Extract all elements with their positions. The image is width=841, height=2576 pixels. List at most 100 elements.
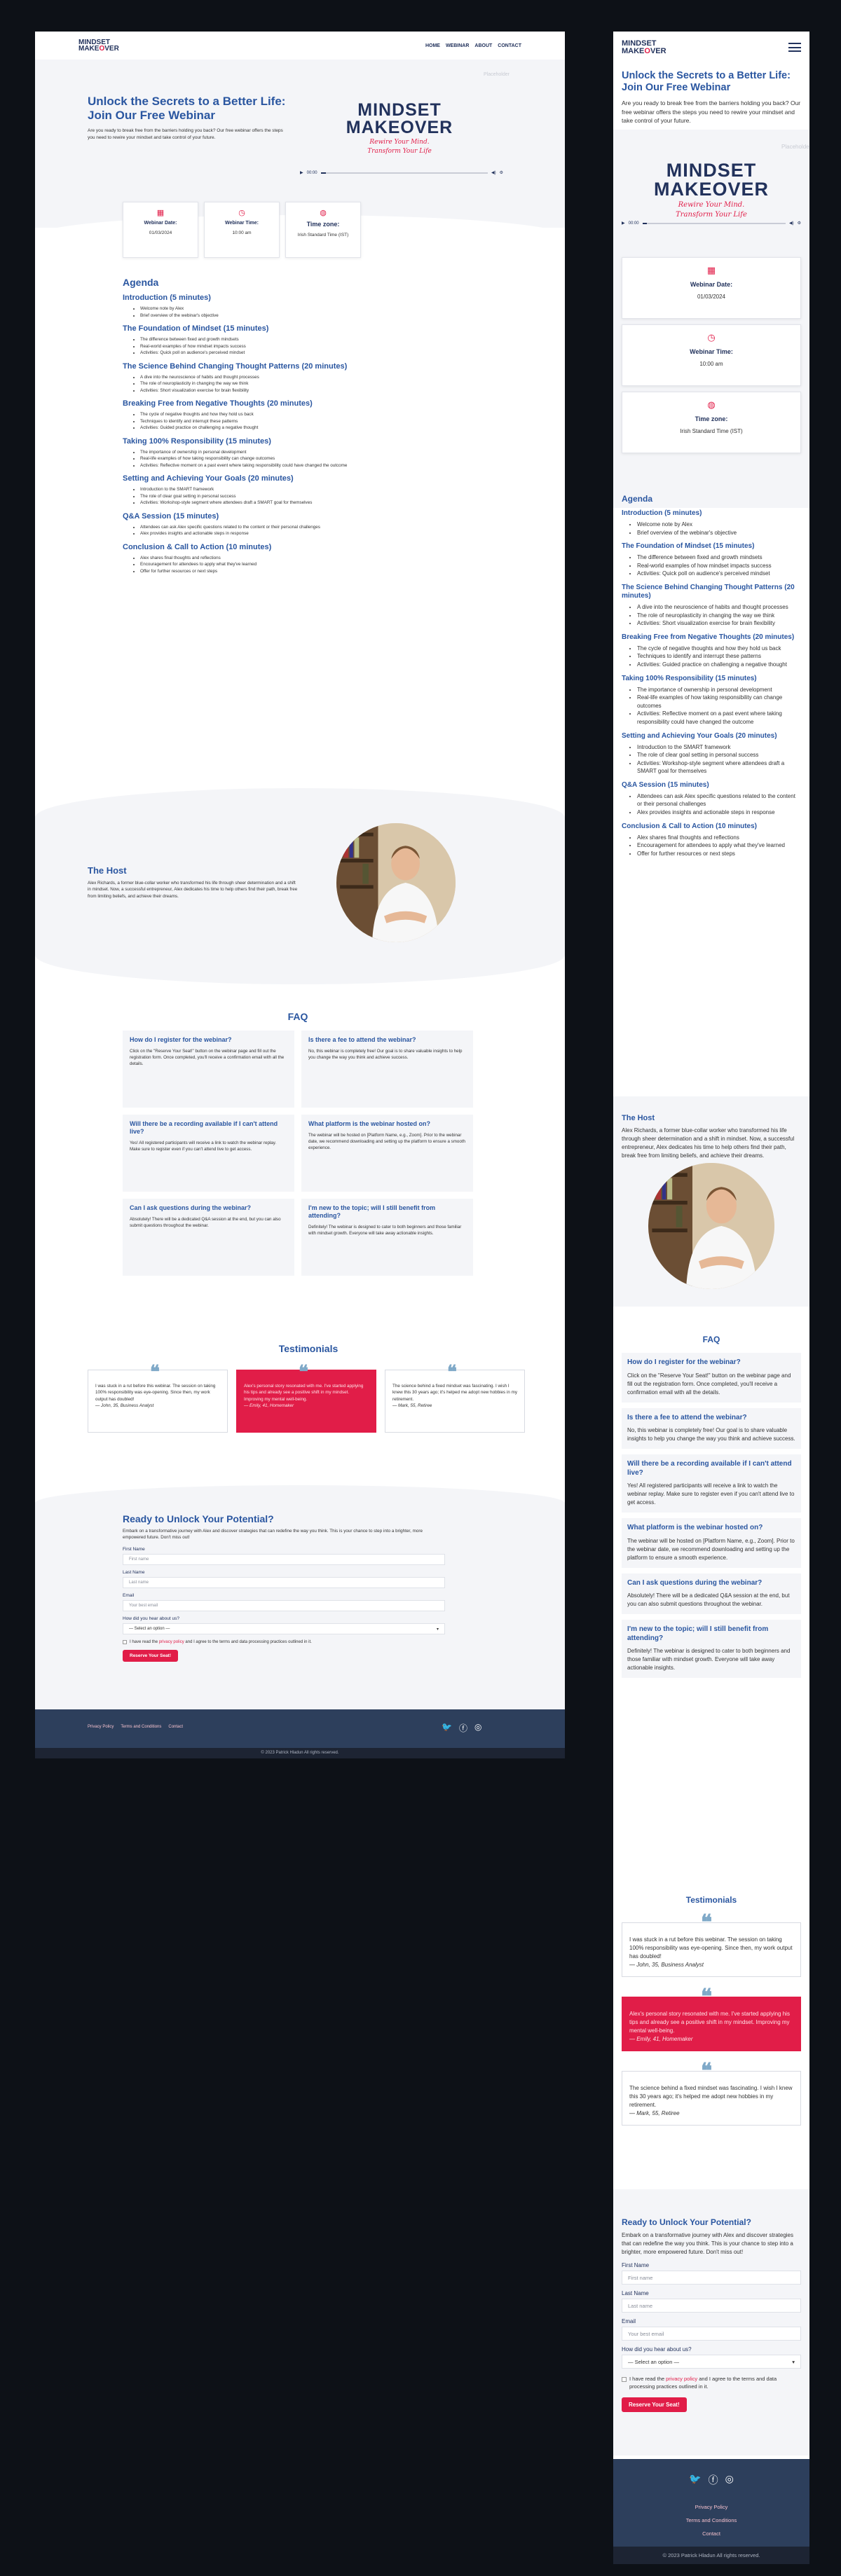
faq-answer: Click on the "Reserve Your Seat!" button… <box>130 1048 285 1067</box>
footer-terms-link[interactable]: Terms and Conditions <box>613 2514 809 2528</box>
faq-answer: Definitely! The webinar is designed to c… <box>308 1224 462 1236</box>
agenda-item: The role of clear goal setting in person… <box>140 493 417 500</box>
hamburger-menu-icon[interactable] <box>788 43 801 52</box>
footer-links: Privacy Policy Terms and Conditions Cont… <box>613 2501 809 2540</box>
referral-select[interactable]: — Select an option — ▾ <box>123 1623 445 1634</box>
webinar-details: ▦ Webinar Date: 01/03/2024 ◷ Webinar Tim… <box>123 202 361 258</box>
agenda-items: The cycle of negative thoughts and how t… <box>123 411 417 431</box>
testimonial-card: ❝ The science behind a fixed mindset was … <box>385 1362 525 1433</box>
privacy-policy-link[interactable]: privacy policy <box>666 2376 697 2382</box>
faq-question: I'm new to the topic; will I still benef… <box>308 1204 436 1219</box>
nav-webinar[interactable]: WEBINAR <box>446 43 469 48</box>
facebook-icon[interactable]: ⓕ <box>459 1722 467 1734</box>
cta-description: Embark on a transformative journey with … <box>123 1529 423 1541</box>
hero-text: Unlock the Secrets to a Better Life: Joi… <box>88 95 291 141</box>
agenda-section-heading: Conclusion & Call to Action (10 minutes) <box>622 822 757 830</box>
nav-home[interactable]: HOME <box>425 43 440 48</box>
privacy-policy-link[interactable]: privacy policy <box>159 1640 184 1644</box>
facebook-icon[interactable]: ⓕ <box>709 2473 718 2487</box>
play-icon[interactable]: ▶ <box>622 221 625 226</box>
chevron-down-icon: ▾ <box>792 2359 795 2365</box>
testimonial-text: The science behind a fixed mindset was f… <box>629 2085 793 2108</box>
registration-section: Ready to Unlock Your Potential? Embark o… <box>622 2217 801 2412</box>
progress-bar[interactable] <box>642 222 786 224</box>
hero-description: Are you ready to break free from the bar… <box>88 128 283 140</box>
last-name-input[interactable]: Last name <box>622 2299 801 2313</box>
agenda-item: Activities: Reflective moment on a past … <box>140 462 417 469</box>
referral-select[interactable]: — Select an option — ▾ <box>622 2355 801 2369</box>
volume-icon[interactable]: ◀) <box>491 170 496 175</box>
faq-section: FAQ How do I register for the webinar? Cl… <box>622 1335 801 1683</box>
agenda-section-heading: Breaking Free from Negative Thoughts (20… <box>123 399 313 408</box>
testimonial-author: — Emily, 41, Homemaker <box>244 1403 294 1409</box>
instagram-icon[interactable]: ◎ <box>474 1722 481 1734</box>
reserve-seat-button[interactable]: Reserve Your Seat! <box>123 1649 179 1662</box>
agenda-section-heading: Taking 100% Responsibility (15 minutes) <box>123 436 271 446</box>
privacy-consent: I have read the privacy policy and I agr… <box>622 2376 801 2390</box>
twitter-icon[interactable]: 🐦 <box>442 1722 452 1734</box>
first-name-input[interactable]: First name <box>622 2271 801 2285</box>
faq-answer: The webinar will be hosted on [Platform … <box>627 1537 795 1561</box>
agenda-section-heading: Q&A Session (15 minutes) <box>123 511 219 521</box>
agenda-section-heading: The Science Behind Changing Thought Patt… <box>622 583 795 600</box>
agenda-section-heading: Conclusion & Call to Action (10 minutes) <box>123 542 272 551</box>
testimonial-author: — Mark, 55, Retiree <box>629 2110 680 2116</box>
agenda-item: The cycle of negative thoughts and how t… <box>140 411 417 418</box>
footer-contact-link[interactable]: Contact <box>168 1725 183 1729</box>
footer-terms-link[interactable]: Terms and Conditions <box>121 1725 161 1729</box>
play-icon[interactable]: ▶ <box>300 170 303 175</box>
testimonial-card: ❝ The science behind a fixed mindset was … <box>622 2059 801 2126</box>
main-nav: HOME WEBINAR ABOUT CONTACT <box>425 43 521 48</box>
faq-question: Can I ask questions during the webinar? <box>130 1204 252 1211</box>
agenda-items: Welcome note by AlexBrief overview of th… <box>123 305 417 319</box>
social-links: 🐦 ⓕ ◎ <box>613 2473 809 2487</box>
footer-privacy-link[interactable]: Privacy Policy <box>613 2501 809 2514</box>
agenda-item: The role of clear goal setting in person… <box>637 751 801 759</box>
nav-contact[interactable]: CONTACT <box>498 43 521 48</box>
hero-description: Are you ready to break free from the bar… <box>622 99 801 124</box>
testimonial-author: — Mark, 55, Retiree <box>392 1403 432 1409</box>
agenda-items: A dive into the neuroscience of habits a… <box>123 374 417 394</box>
footer-privacy-link[interactable]: Privacy Policy <box>88 1725 114 1729</box>
last-name-input[interactable]: Last name <box>123 1576 445 1588</box>
site-logo[interactable]: MINDSET MAKEOVER <box>78 39 119 52</box>
progress-bar[interactable] <box>320 172 488 174</box>
faq-item: How do I register for the webinar? Click … <box>622 1353 801 1403</box>
calendar-icon: ▦ <box>706 265 716 275</box>
reserve-seat-button[interactable]: Reserve Your Seat! <box>622 2397 687 2412</box>
last-name-label: Last Name <box>622 2290 649 2296</box>
settings-icon[interactable]: ⚙ <box>798 221 801 226</box>
agenda-item: The importance of ownership in personal … <box>637 686 801 694</box>
email-input[interactable]: Your best email <box>622 2327 801 2341</box>
testimonials-section: Testimonials ❝ I was stuck in a rut befor… <box>88 1343 529 1433</box>
faq-question: Is there a fee to attend the webinar? <box>308 1036 416 1043</box>
instagram-icon[interactable]: ◎ <box>725 2473 734 2487</box>
privacy-consent: I have read the privacy policy and I agr… <box>123 1639 445 1644</box>
email-input[interactable]: Your best email <box>123 1599 445 1611</box>
agenda-section: Agenda Introduction (5 minutes) Welcome n… <box>123 277 417 574</box>
nav-about[interactable]: ABOUT <box>474 43 492 48</box>
testimonial-text: I was stuck in a rut before this webinar… <box>95 1384 216 1402</box>
agenda-items: Alex shares final thoughts and reflectio… <box>622 834 801 858</box>
audio-player: ▶ 00:00 ◀) ⚙ <box>622 221 801 226</box>
consent-checkbox[interactable] <box>622 2377 627 2382</box>
consent-checkbox[interactable] <box>123 1639 127 1644</box>
agenda-item: Welcome note by Alex <box>637 521 801 529</box>
testimonial-card: ❝ I was stuck in a rut before this webina… <box>88 1362 228 1433</box>
volume-icon[interactable]: ◀) <box>789 221 794 226</box>
quote-icon: ❝ <box>701 1910 713 1935</box>
site-logo[interactable]: MINDSET MAKEOVER <box>622 39 666 55</box>
detail-card-time: ◷ Webinar Time: 10:00 am <box>204 202 280 258</box>
agenda-section-heading: Setting and Achieving Your Goals (20 min… <box>123 474 294 483</box>
twitter-icon[interactable]: 🐦 <box>689 2473 701 2487</box>
agenda-item: The importance of ownership in personal … <box>140 449 417 455</box>
agenda-item: The cycle of negative thoughts and how t… <box>637 645 801 653</box>
faq-answer: Yes! All registered participants will re… <box>130 1140 277 1152</box>
first-name-input[interactable]: First name <box>123 1553 445 1565</box>
settings-icon[interactable]: ⚙ <box>500 170 503 175</box>
agenda-section-heading: Introduction (5 minutes) <box>123 294 211 302</box>
agenda-item: Activities: Short visualization exercise… <box>140 387 417 394</box>
footer-contact-link[interactable]: Contact <box>613 2528 809 2541</box>
testimonials-title: Testimonials <box>278 1343 339 1354</box>
faq-section: FAQ How do I register for the webinar? Cl… <box>123 1011 473 1276</box>
